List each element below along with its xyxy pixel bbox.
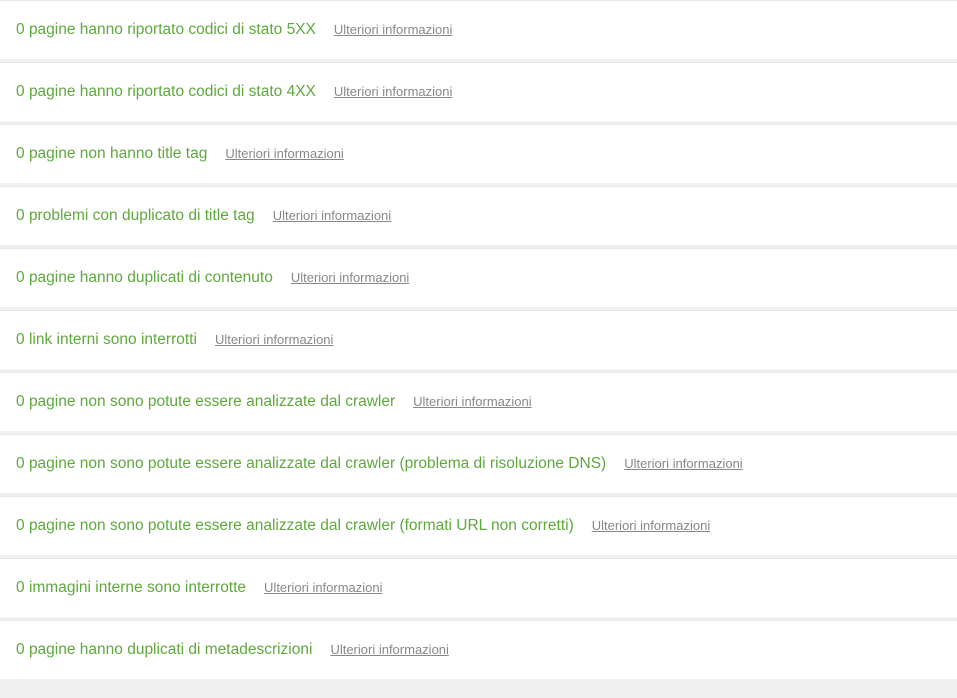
issue-label: pagine non sono potute essere analizzate… — [29, 393, 395, 410]
issue-title: 0 pagine non sono potute essere analizza… — [16, 455, 606, 473]
issue-label: pagine hanno duplicati di contenuto — [29, 269, 273, 286]
issue-row: 0 pagine non sono potute essere analizza… — [0, 372, 957, 431]
issue-title: 0 pagine non sono potute essere analizza… — [16, 393, 395, 411]
issue-title: 0 pagine hanno riportato codici di stato… — [16, 21, 316, 39]
more-info-link[interactable]: Ulteriori informazioni — [334, 22, 452, 37]
issue-count: 0 — [16, 517, 25, 534]
more-info-link[interactable]: Ulteriori informazioni — [413, 394, 531, 409]
issue-row: 0 pagine hanno riportato codici di stato… — [0, 62, 957, 121]
issue-label: pagine non sono potute essere analizzate… — [29, 455, 606, 472]
issue-row: 0 pagine non sono potute essere analizza… — [0, 496, 957, 555]
issue-row: 0 pagine non sono potute essere analizza… — [0, 434, 957, 493]
more-info-link[interactable]: Ulteriori informazioni — [330, 642, 448, 657]
issue-label: pagine non hanno title tag — [29, 145, 207, 162]
issue-title: 0 pagine non sono potute essere analizza… — [16, 517, 574, 535]
issue-title: 0 link interni sono interrotti — [16, 331, 197, 349]
issue-label: link interni sono interrotti — [29, 331, 197, 348]
issue-label: pagine hanno riportato codici di stato 5… — [29, 21, 316, 38]
more-info-link[interactable]: Ulteriori informazioni — [624, 456, 742, 471]
issue-count: 0 — [16, 83, 25, 100]
issue-label: problemi con duplicato di title tag — [29, 207, 255, 224]
issue-count: 0 — [16, 207, 25, 224]
issue-row: 0 immagini interne sono interrotte Ulter… — [0, 558, 957, 617]
issue-label: immagini interne sono interrotte — [29, 579, 246, 596]
issue-list: 0 pagine hanno riportato codici di stato… — [0, 0, 957, 679]
issue-count: 0 — [16, 393, 25, 410]
issue-title: 0 problemi con duplicato di title tag — [16, 207, 255, 225]
issue-title: 0 pagine hanno riportato codici di stato… — [16, 83, 316, 101]
issue-row: 0 pagine hanno riportato codici di stato… — [0, 0, 957, 59]
issue-row: 0 pagine hanno duplicati di metadescrizi… — [0, 620, 957, 679]
issue-row: 0 problemi con duplicato di title tag Ul… — [0, 186, 957, 245]
more-info-link[interactable]: Ulteriori informazioni — [291, 270, 409, 285]
issue-count: 0 — [16, 331, 25, 348]
issue-label: pagine hanno duplicati di metadescrizion… — [29, 641, 313, 658]
issue-title: 0 pagine non hanno title tag — [16, 145, 207, 163]
issue-row: 0 pagine non hanno title tag Ulteriori i… — [0, 124, 957, 183]
issue-count: 0 — [16, 579, 25, 596]
issue-title: 0 pagine hanno duplicati di contenuto — [16, 269, 273, 287]
issue-label: pagine hanno riportato codici di stato 4… — [29, 83, 316, 100]
issue-count: 0 — [16, 455, 25, 472]
issue-row: 0 pagine hanno duplicati di contenuto Ul… — [0, 248, 957, 307]
more-info-link[interactable]: Ulteriori informazioni — [215, 332, 333, 347]
more-info-link[interactable]: Ulteriori informazioni — [273, 208, 391, 223]
issue-label: pagine non sono potute essere analizzate… — [29, 517, 574, 534]
issue-count: 0 — [16, 641, 25, 658]
more-info-link[interactable]: Ulteriori informazioni — [225, 146, 343, 161]
issue-title: 0 pagine hanno duplicati di metadescrizi… — [16, 641, 312, 659]
more-info-link[interactable]: Ulteriori informazioni — [334, 84, 452, 99]
issue-count: 0 — [16, 269, 25, 286]
issue-count: 0 — [16, 145, 25, 162]
issue-title: 0 immagini interne sono interrotte — [16, 579, 246, 597]
more-info-link[interactable]: Ulteriori informazioni — [592, 518, 710, 533]
more-info-link[interactable]: Ulteriori informazioni — [264, 580, 382, 595]
issue-count: 0 — [16, 21, 25, 38]
issue-row: 0 link interni sono interrotti Ulteriori… — [0, 310, 957, 369]
